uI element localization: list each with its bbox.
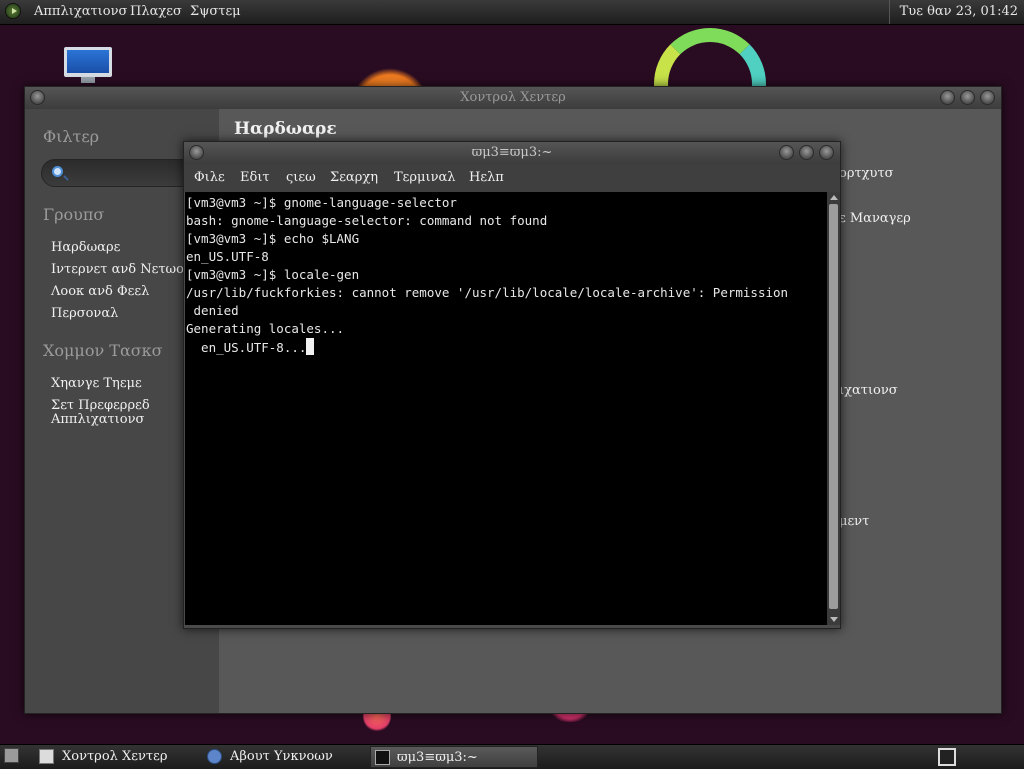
computer-desktop-icon[interactable] [64,47,112,83]
search-icon [52,166,63,177]
taskbar-item-terminal[interactable]: ϖμ3≡ϖμ3:~ [370,746,538,768]
terminal-current-line: en_US.UTF-8... [186,338,827,357]
terminal-maximize-button[interactable] [799,145,814,160]
control-center-titlebar[interactable]: Χοντρολ Χεντερ [25,87,1001,109]
menu-view[interactable]: ςιεω [286,170,316,185]
minimize-button[interactable] [940,90,955,105]
taskbar-item-control-center[interactable]: Χοντρολ Χεντερ [36,746,196,768]
terminal-titlebar[interactable]: ϖμ3≡ϖμ3:~ [184,142,840,164]
task-change-theme[interactable]: Χηανγε Τηεμε [51,376,142,391]
terminal-line: [vm3@vm3 ~]$ gnome-language-selector [186,195,457,210]
menu-help[interactable]: Ηελπ [469,170,504,185]
filter-heading: Φιλτερ [43,127,100,146]
terminal-title: ϖμ3≡ϖμ3:~ [471,145,553,160]
terminal-minimize-button[interactable] [779,145,794,160]
peek-item-ment[interactable]: μεντ [839,514,869,529]
terminal-close-button[interactable] [819,145,834,160]
section-title: Ηαρδωαρε [234,119,337,139]
terminal-line: denied [186,303,239,318]
group-look-and-feel[interactable]: Λοοκ ανδ Φεελ [51,284,149,299]
taskbar-label: Χοντρολ Χεντερ [62,749,168,764]
control-center-app-icon [39,749,54,764]
scroll-down-arrow-icon[interactable] [830,617,838,622]
group-internet-and-network[interactable]: Ιντερνετ ανδ Νετωορκ [51,262,200,277]
taskbar-label: Αβουτ Υνκνοων [230,749,333,764]
terminal-line: [vm3@vm3 ~]$ locale-gen [186,267,360,282]
taskbar-item-about[interactable]: Αβουτ Υνκνοων [204,746,364,768]
groups-heading: Γρουπσ [43,205,105,224]
terminal-output[interactable]: [vm3@vm3 ~]$ gnome-language-selector bash… [185,192,827,625]
user-app-icon [207,749,222,764]
terminal-app-icon [375,750,390,765]
scrollbar-thumb[interactable] [829,204,838,609]
menu-search[interactable]: Σεαρχη [330,170,378,185]
terminal-line: [vm3@vm3 ~]$ echo $LANG [186,231,360,246]
distro-logo-icon[interactable] [5,3,21,19]
terminal-line: en_US.UTF-8 [186,249,269,264]
common-tasks-heading: Χομμον Τασκσ [43,341,163,360]
show-desktop-icon[interactable] [4,748,19,763]
terminal-menubar: Φιλε Εδιτ ςιεω Σεαρχη Τερμιναλ Ηελπ [184,164,840,192]
system-menu[interactable]: Σψστεμ [190,0,241,24]
peek-item-manager[interactable]: ε Μαναγερ [839,211,911,226]
clock[interactable]: Τυε θαν 23, 01:42 [888,0,1018,24]
menu-terminal[interactable]: Τερμιναλ [394,170,456,185]
places-menu[interactable]: Πλαχεσ [130,0,182,24]
task-set-preferred[interactable]: Σετ Πρεφερρεδ [51,398,150,413]
task-applications[interactable]: Αππλιχατιονσ [51,412,144,427]
group-personal[interactable]: Περσοναλ [51,306,118,321]
terminal-window-menu-button[interactable] [189,145,204,160]
bottom-panel: Χοντρολ Χεντερ Αβουτ Υνκνοων ϖμ3≡ϖμ3:~ [0,744,1024,769]
maximize-button[interactable] [960,90,975,105]
menu-file[interactable]: Φιλε [194,170,225,185]
scroll-up-arrow-icon[interactable] [830,195,838,200]
menu-edit[interactable]: Εδιτ [240,170,270,185]
peek-item-applications[interactable]: ιχατιονσ [839,383,898,398]
taskbar-label: ϖμ3≡ϖμ3:~ [397,750,478,765]
peek-item-shortcuts[interactable]: ορτχυτσ [839,166,894,181]
terminal-scrollbar[interactable] [827,192,840,625]
control-center-title: Χοντρολ Χεντερ [460,90,566,105]
terminal-window: ϖμ3≡ϖμ3:~ Φιλε Εδιτ ςιεω Σεαρχη Τερμιναλ… [183,141,841,629]
terminal-line: /usr/lib/fuckforkies: cannot remove '/us… [186,285,789,300]
applications-menu[interactable]: Αππλιχατιονσ [34,0,127,24]
terminal-line: bash: gnome-language-selector: command n… [186,213,548,228]
group-hardware[interactable]: Ηαρδωαρε [51,240,120,255]
workspace-switcher-icon[interactable] [938,748,956,766]
terminal-cursor [306,338,315,355]
close-button[interactable] [980,90,995,105]
terminal-line: Generating locales... [186,321,345,336]
top-panel: Αππλιχατιονσ Πλαχεσ Σψστεμ Τυε θαν 23, 0… [0,0,1024,25]
terminal-current-text: en_US.UTF-8... [186,340,307,355]
window-menu-button[interactable] [30,90,45,105]
